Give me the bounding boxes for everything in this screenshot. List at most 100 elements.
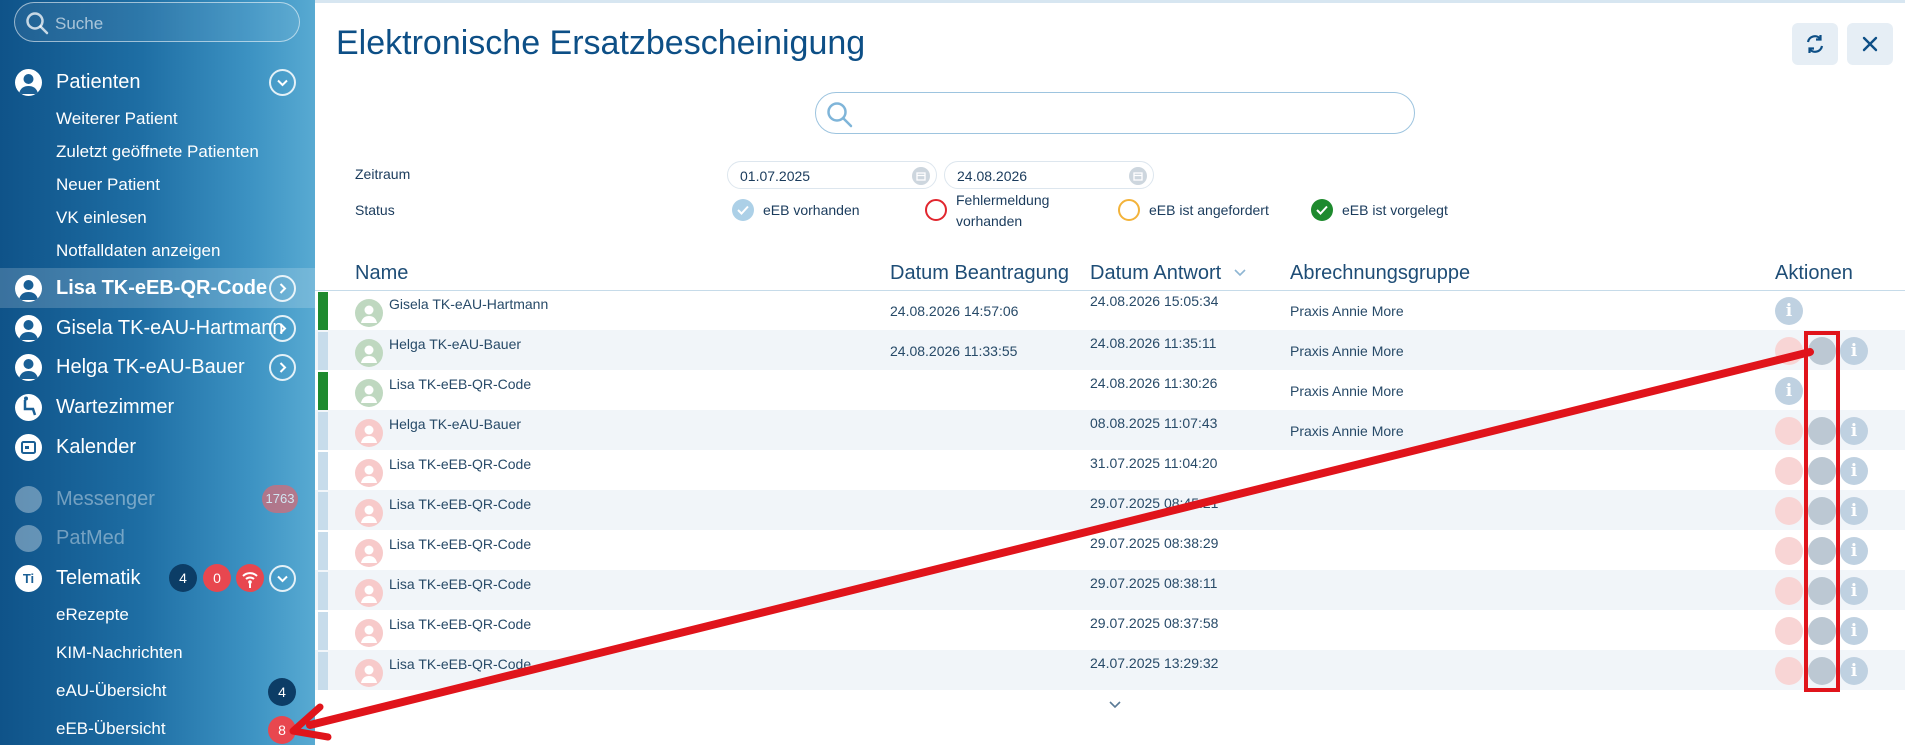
row-antwort: 24.08.2026 15:05:34 bbox=[1090, 293, 1219, 309]
info-icon[interactable]: i bbox=[1840, 457, 1868, 485]
table-row[interactable]: Gisela TK-eAU-Hartmann 24.08.2026 14:57:… bbox=[315, 290, 1905, 330]
refresh-button[interactable] bbox=[1792, 23, 1838, 65]
scroll-down-icon[interactable] bbox=[1108, 700, 1122, 710]
info-icon[interactable]: i bbox=[1775, 297, 1803, 325]
nav-kim-nachrichten[interactable]: KIM-Nachrichten bbox=[56, 643, 183, 663]
table-row[interactable]: Lisa TK-eEB-QR-Code 29.07.2025 08:37:58 … bbox=[315, 610, 1905, 650]
nav-patmed[interactable]: PatMed bbox=[0, 518, 315, 558]
nav-patient-helga[interactable]: Helga TK-eAU-Bauer bbox=[0, 347, 315, 387]
table-row[interactable]: Lisa TK-eEB-QR-Code 24.07.2025 13:29:32 … bbox=[315, 650, 1905, 690]
row-name: Lisa TK-eEB-QR-Code bbox=[389, 456, 532, 472]
col-header-abrechnungsgruppe[interactable]: Abrechnungsgruppe bbox=[1290, 262, 1470, 285]
signature-icon[interactable] bbox=[1808, 657, 1836, 685]
chevron-right-icon[interactable] bbox=[269, 275, 296, 302]
close-button[interactable] bbox=[1847, 23, 1893, 65]
trash-icon[interactable] bbox=[1775, 417, 1803, 445]
row-antwort: 29.07.2025 08:45:21 bbox=[1090, 495, 1219, 511]
trash-icon[interactable] bbox=[1775, 497, 1803, 525]
table-row[interactable]: Lisa TK-eEB-QR-Code 31.07.2025 11:04:20 … bbox=[315, 450, 1905, 490]
nav-neuer-patient[interactable]: Neuer Patient bbox=[56, 175, 160, 195]
trash-icon[interactable] bbox=[1775, 337, 1803, 365]
table-row[interactable]: Helga TK-eAU-Bauer 24.08.2026 11:33:55 2… bbox=[315, 330, 1905, 370]
info-icon[interactable]: i bbox=[1840, 577, 1868, 605]
table-row[interactable]: Lisa TK-eEB-QR-Code 29.07.2025 08:38:11 … bbox=[315, 570, 1905, 610]
info-icon[interactable]: i bbox=[1775, 377, 1803, 405]
search-icon bbox=[827, 102, 853, 128]
date-to-field[interactable]: 24.08.2026 bbox=[944, 161, 1154, 189]
error-status-icon bbox=[925, 199, 947, 221]
nav-patient-lisa[interactable]: Lisa TK-eEB-QR-Code bbox=[0, 268, 315, 308]
col-header-beantragung[interactable]: Datum Beantragung bbox=[890, 262, 1069, 285]
nav-kalender[interactable]: Kalender bbox=[0, 427, 315, 467]
nav-telematik[interactable]: Ti Telematik 4 0 bbox=[0, 558, 315, 598]
col-header-name[interactable]: Name bbox=[355, 262, 408, 285]
person-icon bbox=[15, 275, 42, 302]
avatar bbox=[355, 579, 383, 607]
info-icon[interactable]: i bbox=[1840, 337, 1868, 365]
search-input[interactable] bbox=[815, 92, 1415, 134]
chevron-right-icon[interactable] bbox=[269, 315, 296, 342]
sidebar-search[interactable]: Suche bbox=[14, 2, 300, 42]
signature-icon[interactable] bbox=[1808, 417, 1836, 445]
nav-messenger[interactable]: Messenger 1763 bbox=[0, 479, 315, 519]
nav-patient-gisela[interactable]: Gisela TK-eAU-Hartmann bbox=[0, 308, 315, 348]
row-antwort: 31.07.2025 11:04:20 bbox=[1090, 455, 1218, 471]
info-icon[interactable]: i bbox=[1840, 417, 1868, 445]
trash-icon[interactable] bbox=[1775, 577, 1803, 605]
col-header-antwort[interactable]: Datum Antwort bbox=[1090, 262, 1221, 285]
info-icon[interactable]: i bbox=[1840, 617, 1868, 645]
nav-erezepte[interactable]: eRezepte bbox=[56, 605, 129, 625]
trash-icon[interactable] bbox=[1775, 537, 1803, 565]
row-name: Helga TK-eAU-Bauer bbox=[389, 336, 522, 352]
chat-icon bbox=[15, 486, 42, 513]
legend-vorhanden: vorhanden bbox=[956, 213, 1023, 229]
row-name: Lisa TK-eEB-QR-Code bbox=[389, 656, 532, 672]
date-to-value: 24.08.2026 bbox=[957, 168, 1028, 184]
nav-notfalldaten[interactable]: Notfalldaten anzeigen bbox=[56, 241, 220, 261]
nav-zuletzt-geoeffnete[interactable]: Zuletzt geöffnete Patienten bbox=[56, 142, 259, 162]
info-icon[interactable]: i bbox=[1840, 497, 1868, 525]
signature-icon[interactable] bbox=[1808, 337, 1836, 365]
table-row[interactable]: Helga TK-eAU-Bauer 08.08.2025 11:07:43 P… bbox=[315, 410, 1905, 450]
trash-icon[interactable] bbox=[1775, 457, 1803, 485]
patient-name: Lisa TK-eEB-QR-Code bbox=[56, 276, 268, 299]
info-icon[interactable]: i bbox=[1840, 657, 1868, 685]
nav-weiterer-patient[interactable]: Weiterer Patient bbox=[56, 109, 178, 129]
patient-name: Gisela TK-eAU-Hartmann bbox=[56, 316, 284, 339]
nav-wartezimmer[interactable]: Wartezimmer bbox=[0, 387, 315, 427]
info-icon[interactable]: i bbox=[1840, 537, 1868, 565]
chevron-down-icon[interactable] bbox=[269, 565, 296, 592]
calendar-icon[interactable] bbox=[1129, 167, 1147, 185]
row-gruppe: Praxis Annie More bbox=[1290, 343, 1404, 359]
signature-icon[interactable] bbox=[1808, 537, 1836, 565]
nav-patienten[interactable]: Patienten bbox=[0, 62, 315, 102]
chevron-down-icon[interactable] bbox=[269, 69, 296, 96]
col-header-aktionen: Aktionen bbox=[1775, 262, 1853, 284]
patient-name: Helga TK-eAU-Bauer bbox=[56, 355, 245, 378]
avatar bbox=[355, 379, 383, 407]
avatar bbox=[355, 419, 383, 447]
status-label: Status bbox=[355, 202, 395, 218]
signature-icon[interactable] bbox=[1808, 497, 1836, 525]
sort-desc-icon[interactable] bbox=[1233, 268, 1247, 278]
top-border bbox=[315, 0, 1905, 3]
signature-icon[interactable] bbox=[1808, 577, 1836, 605]
avatar bbox=[355, 619, 383, 647]
trash-icon[interactable] bbox=[1775, 617, 1803, 645]
row-beantragung: 24.08.2026 11:33:55 bbox=[890, 343, 1018, 359]
legend-eeb-vorhanden: eEB vorhanden bbox=[763, 202, 860, 218]
date-from-field[interactable]: 01.07.2025 bbox=[727, 161, 937, 189]
nav-eau-uebersicht[interactable]: eAU-Übersicht bbox=[56, 681, 167, 701]
trash-icon[interactable] bbox=[1775, 657, 1803, 685]
table-row[interactable]: Lisa TK-eEB-QR-Code 24.08.2026 11:30:26 … bbox=[315, 370, 1905, 410]
signature-icon[interactable] bbox=[1808, 617, 1836, 645]
row-name: Lisa TK-eEB-QR-Code bbox=[389, 576, 532, 592]
chevron-right-icon[interactable] bbox=[269, 354, 296, 381]
nav-eeb-uebersicht[interactable]: eEB-Übersicht bbox=[56, 719, 166, 739]
table-row[interactable]: Lisa TK-eEB-QR-Code 29.07.2025 08:38:29 … bbox=[315, 530, 1905, 570]
nav-vk-einlesen[interactable]: VK einlesen bbox=[56, 208, 147, 228]
patmed-icon bbox=[15, 525, 42, 552]
table-row[interactable]: Lisa TK-eEB-QR-Code 29.07.2025 08:45:21 … bbox=[315, 490, 1905, 530]
calendar-icon[interactable] bbox=[912, 167, 930, 185]
signature-icon[interactable] bbox=[1808, 457, 1836, 485]
